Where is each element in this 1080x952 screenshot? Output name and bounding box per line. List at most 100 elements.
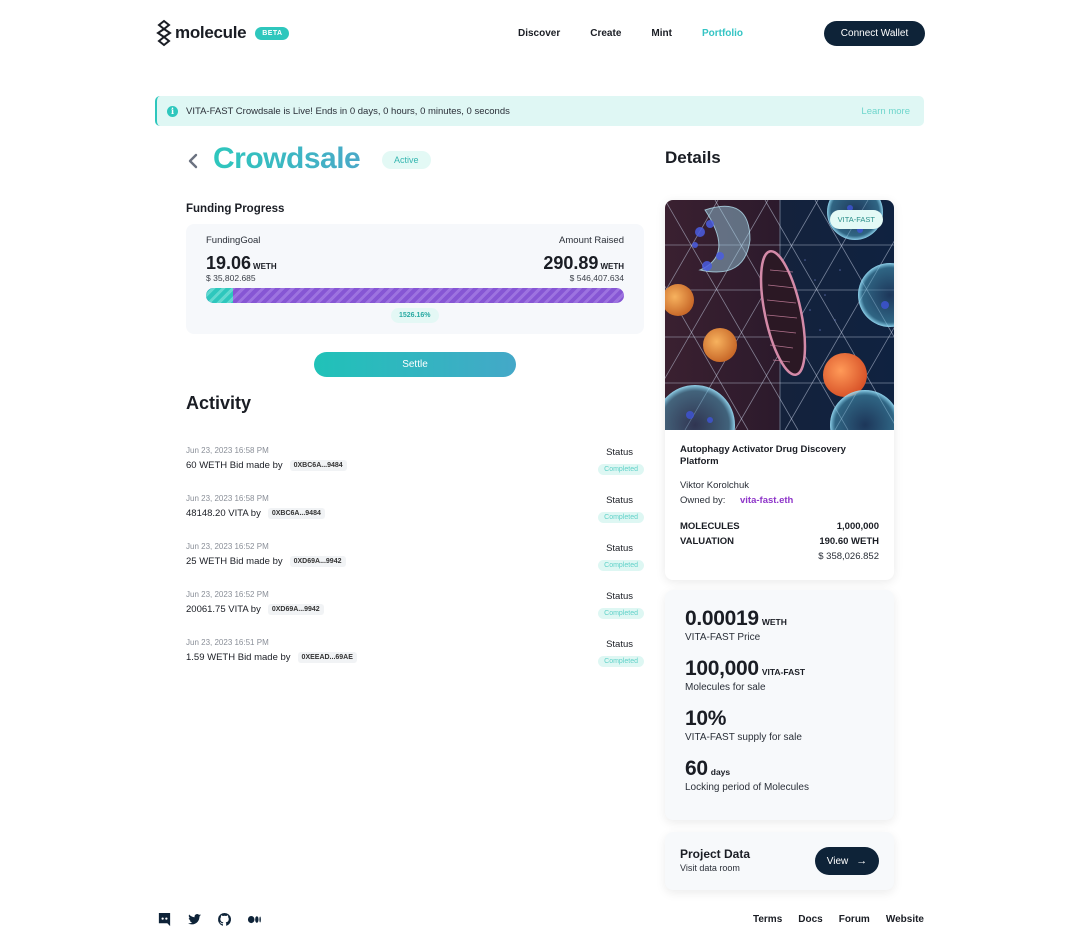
activity-description: 25 WETH Bid made by 0XD69A...9942 [186, 556, 346, 567]
stat-label: Molecules for sale [685, 682, 766, 693]
status-badge: Completed [598, 608, 644, 619]
stat-number: 60 [685, 757, 708, 780]
funding-goal-usd: $ 35,802.685 [206, 273, 256, 283]
page-title: Crowdsale [213, 142, 361, 175]
amount-raised-usd: $ 546,407.634 [569, 273, 624, 283]
activity-date: Jun 23, 2023 16:51 PM [186, 638, 269, 647]
funding-progress-bar [206, 288, 624, 303]
chevron-left-icon[interactable] [186, 150, 200, 172]
activity-item: Jun 23, 2023 16:52 PM 25 WETH Bid made b… [186, 542, 644, 590]
stat-label: VITA-FAST supply for sale [685, 732, 802, 743]
stat-value: 10% [685, 707, 802, 731]
stat-unit: days [710, 767, 731, 777]
stat-value: 100,000 VITA-FAST [685, 657, 805, 681]
stat-price: 0.00019 WETH VITA-FAST Price [685, 607, 787, 643]
activity-description: 1.59 WETH Bid made by 0XEEAD...69AE [186, 652, 357, 663]
footer-link-website[interactable]: Website [886, 914, 924, 925]
wallet-address[interactable]: 0XBC6A...9484 [267, 508, 325, 519]
settle-button[interactable]: Settle [314, 352, 516, 377]
sale-stats-card: 0.00019 WETH VITA-FAST Price 100,000 VITA-… [665, 590, 894, 820]
footer-link-forum[interactable]: Forum [839, 914, 870, 925]
valuation-label: VALUATION [680, 536, 735, 547]
project-data-card: Project Data Visit data room View → [665, 832, 894, 890]
social-links [156, 911, 276, 927]
status-badge: Active [382, 151, 431, 169]
status-label: Status [606, 447, 633, 458]
status-badge: Completed [598, 464, 644, 475]
molecule-logo-icon [156, 19, 172, 47]
wallet-address[interactable]: 0XD69A...9942 [267, 604, 324, 615]
valuation-usd: $ 358,026.852 [818, 551, 879, 562]
activity-description: 48148.20 VITA by 0XBC6A...9484 [186, 508, 325, 519]
footer-link-docs[interactable]: Docs [798, 914, 822, 925]
activity-text: 25 WETH Bid made by [186, 556, 283, 567]
wallet-address[interactable]: 0XBC6A...9484 [289, 460, 347, 471]
amount-raised-label: Amount Raised [559, 235, 624, 246]
molecules-value: 1,000,000 [836, 521, 879, 532]
project-author: Viktor Korolchuk [680, 480, 749, 491]
beta-badge: BETA [255, 26, 290, 40]
ticker-badge: VITA-FAST [829, 210, 883, 229]
discord-icon[interactable] [156, 911, 172, 927]
view-data-room-button[interactable]: View → [815, 847, 879, 875]
medium-icon[interactable] [246, 911, 262, 927]
crowdsale-live-banner: i VITA-FAST Crowdsale is Live! Ends in 0… [155, 96, 924, 126]
footer-link-terms[interactable]: Terms [753, 914, 782, 925]
project-data-subtitle: Visit data room [680, 863, 740, 873]
activity-date: Jun 23, 2023 16:58 PM [186, 494, 269, 503]
wallet-address[interactable]: 0XD69A...9942 [289, 556, 346, 567]
learn-more-link[interactable]: Learn more [861, 106, 910, 117]
molecules-label: MOLECULES [680, 521, 740, 532]
valuation-value: 190.60 WETH [819, 536, 879, 547]
owner-link[interactable]: vita-fast.eth [740, 495, 793, 506]
funding-goal-amount: 19.06 [206, 253, 252, 273]
amount-raised-amount: 290.89 [543, 253, 599, 273]
status-badge: Completed [598, 560, 644, 571]
status-label: Status [606, 495, 633, 506]
status-label: Status [606, 543, 633, 554]
nav-discover[interactable]: Discover [518, 28, 560, 39]
activity-item: Jun 23, 2023 16:52 PM 20061.75 VITA by 0X… [186, 590, 644, 638]
activity-text: 60 WETH Bid made by [186, 460, 283, 471]
stat-number: 100,000 [685, 657, 759, 680]
project-data-title: Project Data [680, 847, 751, 861]
logo[interactable]: molecule BETA [155, 18, 290, 48]
activity-description: 20061.75 VITA by 0XD69A...9942 [186, 604, 324, 615]
nav-create[interactable]: Create [590, 28, 621, 39]
stat-locking-period: 60 days Locking period of Molecules [685, 757, 809, 793]
funding-progress-heading: Funding Progress [186, 203, 285, 215]
project-name: Autophagy Activator Drug Discovery Platf… [680, 444, 846, 467]
arrow-right-icon: → [856, 855, 868, 867]
connect-wallet-button[interactable]: Connect Wallet [824, 21, 925, 46]
activity-description: 60 WETH Bid made by 0XBC6A...9484 [186, 460, 347, 471]
status-label: Status [606, 591, 633, 602]
github-icon[interactable] [216, 911, 232, 927]
project-image [665, 200, 894, 430]
owned-by-label: Owned by: [680, 495, 726, 506]
nav-portfolio[interactable]: Portfolio [702, 28, 743, 39]
stat-unit: VITA-FAST [761, 667, 806, 677]
main-nav: Discover Create Mint Portfolio [518, 18, 773, 48]
activity-item: Jun 23, 2023 16:51 PM 1.59 WETH Bid made… [186, 638, 644, 686]
amount-raised-unit: WETH [600, 262, 624, 271]
wallet-address[interactable]: 0XEEAD...69AE [297, 652, 357, 663]
nav-mint[interactable]: Mint [651, 28, 672, 39]
funding-goal-value: 19.06 WETH [206, 253, 277, 274]
twitter-icon[interactable] [186, 911, 202, 927]
status-label: Status [606, 639, 633, 650]
stat-value: 0.00019 WETH [685, 607, 787, 631]
info-icon: i [167, 105, 178, 117]
activity-heading: Activity [186, 393, 252, 413]
activity-text: 1.59 WETH Bid made by [186, 652, 291, 663]
project-card[interactable]: VITA-FAST Autophagy Activator Drug Disco… [665, 200, 894, 580]
stat-supply-for-sale: 10% VITA-FAST supply for sale [685, 707, 802, 743]
activity-list: Jun 23, 2023 16:58 PM 60 WETH Bid made b… [186, 446, 644, 686]
details-heading: Details [665, 148, 721, 167]
stat-molecules-for-sale: 100,000 VITA-FAST Molecules for sale [685, 657, 805, 693]
funding-goal-unit: WETH [253, 262, 277, 271]
funding-percent-badge: 1526.16% [391, 308, 439, 323]
activity-date: Jun 23, 2023 16:52 PM [186, 590, 269, 599]
stat-label: Locking period of Molecules [685, 782, 809, 793]
footer-links: Terms Docs Forum Website [737, 914, 924, 925]
header: molecule BETA Discover Create Mint Portf… [155, 18, 925, 48]
